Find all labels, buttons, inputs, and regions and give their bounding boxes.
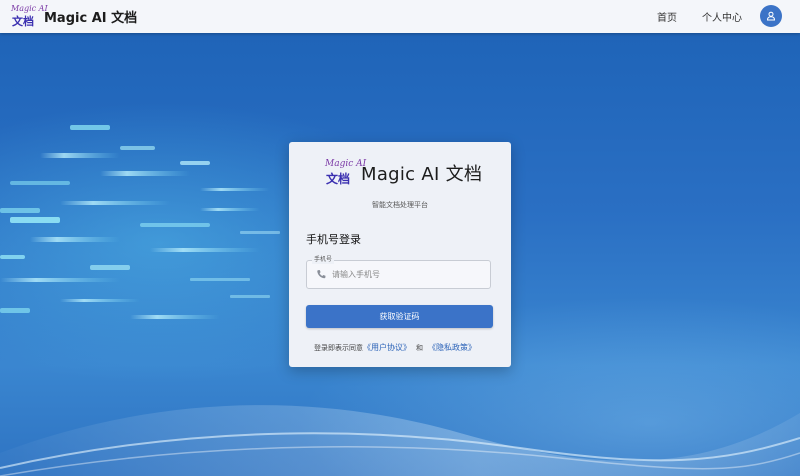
agreement-text: 登录即表示同意《用户协议》和《隐私政策》	[314, 342, 476, 353]
login-page: Magic AI 文档 Magic AI 文档 首页 个人中心 Magic AI…	[0, 0, 800, 476]
agreement-and: 和	[416, 344, 423, 352]
card-subtitle: 智能文档处理平台	[372, 201, 428, 209]
privacy-policy-link[interactable]: 《隐私政策》	[428, 343, 476, 352]
phone-field-label: 手机号	[312, 256, 335, 264]
brand[interactable]: Magic AI 文档 Magic AI 文档	[10, 3, 137, 30]
card-brand: Magic AI 文档 Magic AI 文档	[324, 159, 482, 187]
brand-name: Magic AI 文档	[44, 11, 138, 26]
logo-chinese-text: 文档	[12, 14, 34, 28]
card-title: Magic AI 文档	[361, 164, 483, 185]
magic-ai-logo-icon: Magic AI 文档	[10, 4, 48, 30]
user-icon	[766, 11, 776, 21]
login-heading: 手机号登录	[306, 233, 361, 246]
logo-script-text: Magic AI	[11, 3, 48, 13]
phone-field[interactable]: 手机号	[306, 256, 491, 289]
user-avatar-button[interactable]	[760, 5, 782, 27]
nav-home-link[interactable]: 首页	[657, 9, 677, 24]
get-verification-code-button[interactable]: 获取验证码	[306, 305, 493, 328]
agreement-prefix: 登录即表示同意	[314, 344, 363, 352]
nav-profile-link[interactable]: 个人中心	[702, 9, 742, 24]
card-logo-icon: Magic AI 文档	[324, 159, 366, 187]
card-logo-chinese-text: 文档	[326, 172, 351, 186]
login-card: Magic AI 文档 Magic AI 文档 智能文档处理平台 手机号登录 手…	[289, 142, 511, 367]
top-navigation-bar: Magic AI 文档 Magic AI 文档 首页 个人中心	[0, 0, 800, 33]
card-logo-script-text: Magic AI	[325, 159, 367, 169]
user-agreement-link[interactable]: 《用户协议》	[363, 343, 411, 352]
phone-icon	[317, 270, 326, 279]
phone-input[interactable]	[332, 266, 482, 283]
